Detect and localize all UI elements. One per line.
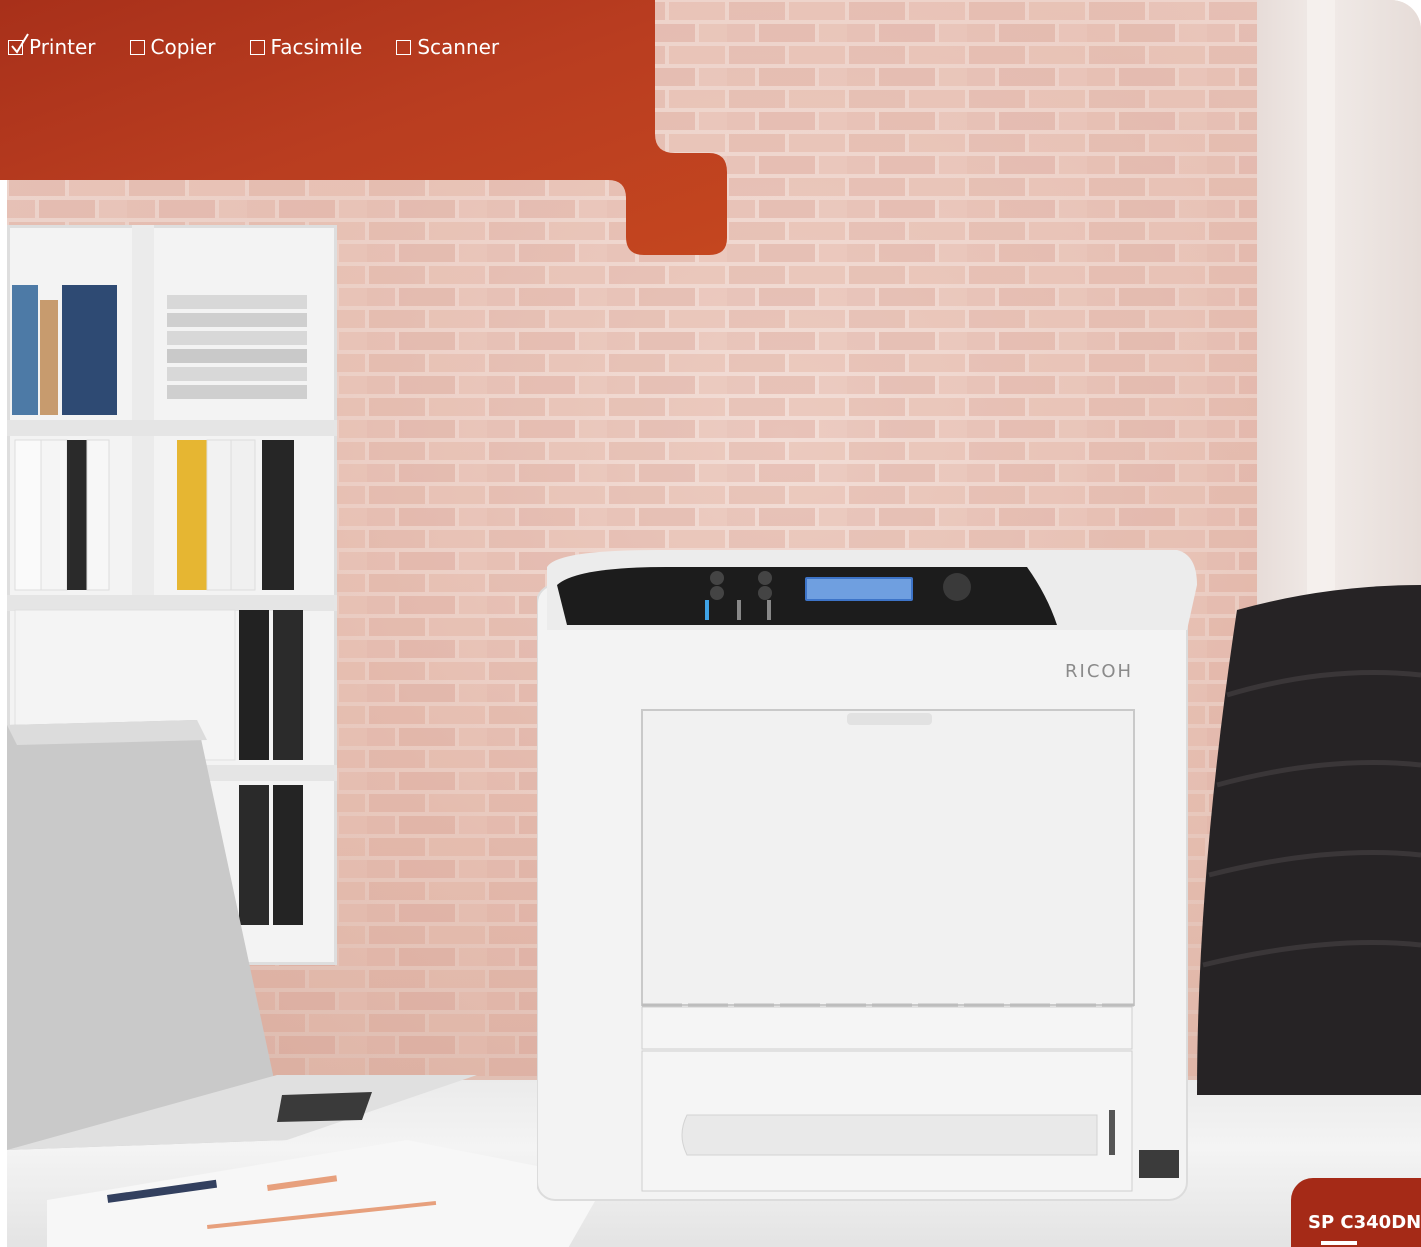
feature-label: Facsimile: [270, 35, 363, 59]
badge-underline: [1321, 1241, 1357, 1245]
feature-label: Scanner: [417, 35, 500, 59]
ricoh-logo: RICOH: [1065, 661, 1133, 682]
model-badge: SP C340DN: [1291, 1178, 1421, 1247]
unchecked-checkbox-icon: [249, 39, 265, 55]
feature-copier: Copier: [129, 33, 216, 61]
feature-scanner: Scanner: [396, 33, 499, 61]
laptop: [7, 720, 477, 1150]
feature-facsimile: Facsimile: [249, 33, 363, 61]
feature-printer: Printer: [8, 32, 96, 61]
brochure-cover: RICOH Printer Copier Facsimile Scanner S…: [0, 0, 1421, 1247]
unchecked-checkbox-icon: [129, 39, 145, 55]
checkmark-icon: [11, 32, 29, 54]
printer-image: RICOH: [537, 550, 1197, 1201]
feature-checklist: Printer Copier Facsimile Scanner: [8, 32, 533, 61]
window-light: [1307, 0, 1335, 600]
model-name: SP C340DN: [1308, 1212, 1421, 1233]
feature-label: Copier: [150, 35, 216, 59]
checked-checkbox-icon: [8, 32, 29, 55]
feature-label: Printer: [29, 35, 96, 59]
unchecked-checkbox-icon: [396, 39, 412, 55]
